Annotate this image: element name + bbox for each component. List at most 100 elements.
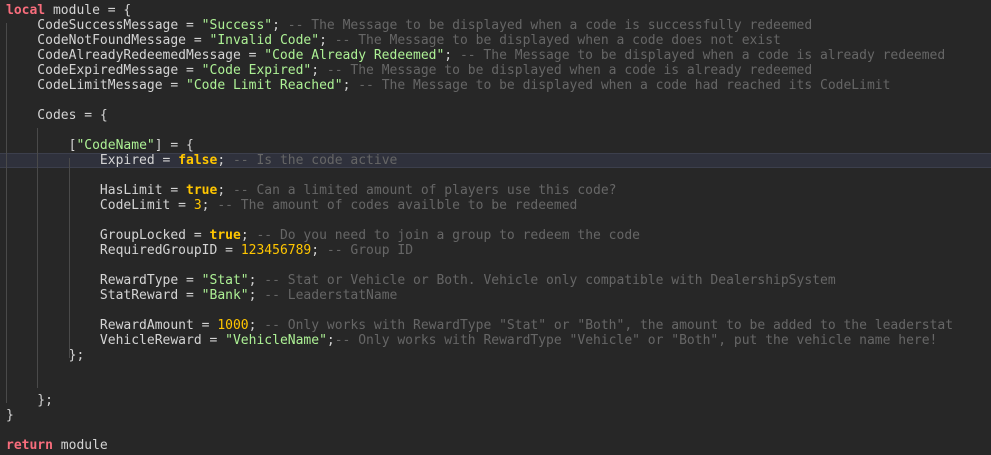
code-token: ; — [240, 228, 257, 243]
code-token: ; — [342, 78, 359, 93]
string-token: "Invalid Code" — [209, 33, 320, 48]
current-code-line[interactable]: Expired = false; -- Is the code active — [0, 153, 991, 168]
code-line[interactable]: RewardAmount = 1000; -- Only works with … — [0, 318, 991, 333]
code-line[interactable]: CodeSuccessMessage = "Success"; -- The M… — [0, 18, 991, 33]
code-line[interactable]: StatReward = "Bank"; -- LeaderstatName — [0, 288, 991, 303]
code-line[interactable] — [0, 213, 991, 228]
code-line[interactable]: GroupLocked = true; -- Do you need to jo… — [0, 228, 991, 243]
code-token: CodeExpiredMessage = — [6, 63, 202, 78]
number-token: 1000 — [217, 318, 249, 333]
code-token: } — [6, 408, 14, 423]
code-line[interactable]: ["CodeName"] = { — [0, 138, 991, 153]
code-line[interactable]: }; — [0, 348, 991, 363]
code-token: ; — [248, 288, 265, 303]
comment-token: -- The Message to be displayed when a co… — [459, 48, 946, 63]
code-line[interactable]: RequiredGroupID = 123456789; -- Group ID — [0, 243, 991, 258]
code-token: ; — [201, 198, 218, 213]
string-token: "Success" — [201, 18, 273, 33]
comment-token: -- Can a limited amount of players use t… — [232, 183, 617, 198]
line-content: CodeSuccessMessage = "Success"; -- The M… — [6, 18, 812, 33]
code-token: Codes = { — [6, 108, 108, 123]
string-token: "Bank" — [201, 288, 249, 303]
code-token: CodeAlreadyRedeemedMessage = — [6, 48, 265, 63]
code-line[interactable]: RewardType = "Stat"; -- Stat or Vehicle … — [0, 273, 991, 288]
code-line[interactable]: }; — [0, 393, 991, 408]
number-token: 123456789 — [240, 243, 312, 258]
comment-token: -- Only works with RewardType "Stat" or … — [264, 318, 954, 333]
line-content: RewardType = "Stat"; -- Stat or Vehicle … — [6, 273, 836, 288]
code-token: module — [52, 438, 108, 453]
code-token: ; — [272, 18, 288, 33]
boolean-token: false — [178, 153, 218, 168]
string-token: "Stat" — [201, 273, 249, 288]
code-token: module = { — [45, 3, 132, 18]
code-line[interactable]: CodeNotFoundMessage = "Invalid Code"; --… — [0, 33, 991, 48]
code-token: HasLimit = — [6, 183, 187, 198]
code-line[interactable]: HasLimit = true; -- Can a limited amount… — [0, 183, 991, 198]
line-content: RewardAmount = 1000; -- Only works with … — [6, 318, 953, 333]
code-token: CodeNotFoundMessage = — [6, 33, 210, 48]
code-token: ; — [311, 243, 327, 258]
string-token: "CodeName" — [76, 138, 155, 153]
code-token: VehicleReward = — [6, 333, 226, 348]
line-content: Codes = { — [6, 108, 108, 123]
line-content: }; — [6, 393, 53, 408]
code-line[interactable]: local module = { — [0, 3, 991, 18]
code-line[interactable]: } — [0, 408, 991, 423]
indent-guide — [37, 128, 38, 388]
line-content: Expired = false; -- Is the code active — [6, 154, 397, 167]
string-token: "VehicleName" — [225, 333, 327, 348]
comment-token: -- The Message to be displayed when a co… — [358, 78, 891, 93]
code-token: RequiredGroupID = — [6, 243, 241, 258]
string-token: "Code Already Redeemed" — [264, 48, 445, 63]
code-line[interactable] — [0, 378, 991, 393]
indent-guide — [6, 23, 7, 403]
code-line[interactable]: CodeExpiredMessage = "Code Expired"; -- … — [0, 63, 991, 78]
code-token: CodeLimitMessage = — [6, 78, 187, 93]
code-line[interactable] — [0, 123, 991, 138]
code-line[interactable]: Codes = { — [0, 108, 991, 123]
code-line[interactable]: VehicleReward = "VehicleName";-- Only wo… — [0, 333, 991, 348]
code-token: RewardType = — [6, 273, 202, 288]
line-content: CodeNotFoundMessage = "Invalid Code"; --… — [6, 33, 781, 48]
string-token: "Code Limit Reached" — [186, 78, 343, 93]
comment-token: -- Group ID — [326, 243, 414, 258]
code-line[interactable] — [0, 258, 991, 273]
code-editor[interactable]: return module} }; }; VehicleReward = "Ve… — [0, 0, 991, 455]
line-content: CodeExpiredMessage = "Code Expired"; -- … — [6, 63, 812, 78]
code-token: ; — [444, 48, 460, 63]
number-token: 3 — [193, 198, 202, 213]
keyword-token: return — [6, 438, 53, 453]
code-line[interactable]: return module — [0, 438, 991, 453]
line-content: CodeLimit = 3; -- The amount of codes av… — [6, 198, 577, 213]
code-line[interactable] — [0, 93, 991, 108]
comment-token: -- The Message to be displayed when a co… — [326, 63, 813, 78]
code-line[interactable]: CodeLimitMessage = "Code Limit Reached";… — [0, 78, 991, 93]
code-line[interactable] — [0, 423, 991, 438]
line-content: VehicleReward = "VehicleName";-- Only wo… — [6, 333, 937, 348]
code-token: ] = { — [154, 138, 194, 153]
line-content: StatReward = "Bank"; -- LeaderstatName — [6, 288, 397, 303]
line-content: CodeLimitMessage = "Code Limit Reached";… — [6, 78, 890, 93]
code-token: CodeLimit = — [6, 198, 194, 213]
code-token: ; — [248, 273, 265, 288]
comment-token: -- Do you need to join a group to redeem… — [256, 228, 640, 243]
code-token: }; — [6, 348, 85, 363]
code-line[interactable] — [0, 303, 991, 318]
line-content: ["CodeName"] = { — [6, 138, 194, 153]
code-line[interactable] — [0, 363, 991, 378]
line-content: }; — [6, 348, 85, 363]
code-token: ; — [319, 33, 335, 48]
code-token: ; — [217, 183, 233, 198]
code-line[interactable]: CodeAlreadyRedeemedMessage = "Code Alrea… — [0, 48, 991, 63]
string-token: "Code Expired" — [201, 63, 312, 78]
line-content: return module — [6, 438, 108, 453]
code-line[interactable]: CodeLimit = 3; -- The amount of codes av… — [0, 198, 991, 213]
line-content: } — [6, 408, 14, 423]
code-token: ; — [326, 333, 335, 348]
code-token: ; — [217, 153, 233, 168]
comment-token: -- The Message to be displayed when a co… — [287, 18, 813, 33]
code-token: [ — [6, 138, 77, 153]
line-content: GroupLocked = true; -- Do you need to jo… — [6, 228, 640, 243]
code-line[interactable] — [0, 168, 991, 183]
